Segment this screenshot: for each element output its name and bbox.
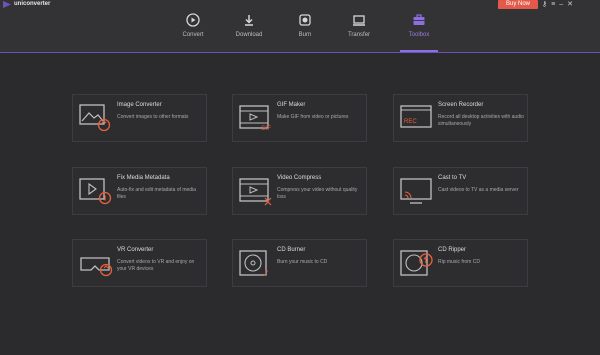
tool-description: Make GIF from video or pictures — [277, 114, 349, 120]
tool-title: CD Burner — [277, 247, 306, 253]
cast-tv-icon — [400, 178, 432, 204]
active-tab-indicator — [400, 50, 438, 52]
tool-fix-media-metadata[interactable]: Fix Media Metadata Auto-fix and edit met… — [72, 167, 207, 215]
tool-description: Convert videos to VR and enjoy on your V… — [117, 259, 195, 272]
tool-cast-to-tv[interactable]: Cast to TV Cast videos to TV as a media … — [393, 167, 528, 215]
video-compress-icon — [239, 178, 272, 206]
close-icon[interactable]: ✕ — [567, 0, 573, 9]
tool-image-converter[interactable]: Image Converter Convert images to other … — [72, 94, 207, 142]
image-converter-icon — [79, 104, 111, 132]
app-name: uniconverter — [14, 1, 51, 7]
svg-text:GIF: GIF — [261, 126, 271, 132]
tool-description: Cast videos to TV as a media server — [438, 187, 519, 193]
tab-burn-label: Burn — [298, 32, 312, 38]
tool-title: Fix Media Metadata — [117, 175, 170, 181]
transfer-icon — [353, 15, 365, 26]
tool-title: Cast to TV — [438, 175, 467, 181]
svg-text:REC: REC — [404, 119, 417, 125]
tool-description: Burn your music to CD — [277, 259, 328, 265]
top-navigation: Convert Download Burn Transfer Toolbox — [0, 9, 600, 52]
tab-toolbox[interactable]: Toolbox — [394, 13, 444, 38]
tab-toolbox-label: Toolbox — [408, 32, 430, 38]
tool-title: Image Converter — [117, 102, 162, 108]
buy-now-button[interactable]: Buy Now — [498, 0, 538, 9]
menu-icon[interactable]: ≡ — [551, 0, 555, 9]
tab-burn[interactable]: Burn — [280, 13, 330, 38]
tool-screen-recorder[interactable]: REC Screen Recorder Record all desktop a… — [393, 94, 528, 142]
screen-recorder-icon: REC — [400, 105, 432, 128]
download-icon — [245, 15, 253, 26]
tool-video-compress[interactable]: Video Compress Compress your video witho… — [232, 167, 367, 215]
gif-maker-icon: GIF — [239, 105, 271, 132]
cd-ripper-icon — [400, 250, 433, 276]
tab-transfer-label: Transfer — [347, 32, 371, 38]
tab-convert-label: Convert — [182, 32, 204, 38]
tool-description: Auto-fix and edit metadata of media file… — [117, 187, 196, 200]
tool-cd-ripper[interactable]: CD Ripper Rip music from CD — [393, 239, 528, 287]
app-logo-icon — [3, 1, 11, 8]
minimize-icon[interactable]: – — [559, 0, 563, 9]
tool-title: GIF Maker — [277, 102, 306, 108]
tool-description: Convert images to other formats — [117, 114, 189, 120]
tool-gif-maker[interactable]: GIF GIF Maker Make GIF from video or pic… — [232, 94, 367, 142]
toolbox-icon — [413, 14, 425, 25]
burn-icon — [299, 14, 311, 26]
tool-title: VR Converter — [117, 247, 154, 253]
tool-title: Screen Recorder — [438, 102, 484, 108]
tab-transfer[interactable]: Transfer — [334, 13, 384, 38]
tool-cd-burner[interactable]: ♪ CD Burner Burn your music to CD — [232, 239, 367, 287]
convert-icon — [186, 13, 200, 27]
tool-title: Video Compress — [277, 175, 322, 181]
tool-description: Record all desktop activities with audio… — [438, 114, 524, 127]
tool-description: Compress your video without quality loss — [277, 187, 358, 200]
nav-divider — [0, 52, 600, 53]
fix-metadata-icon — [79, 178, 112, 205]
title-bar: uniconverter Buy Now ⚷ ≡ – ✕ — [0, 0, 600, 9]
tool-title: CD Ripper — [438, 247, 467, 253]
tool-vr-converter[interactable]: VR Converter Convert videos to VR and en… — [72, 239, 207, 287]
vr-converter-icon — [80, 257, 113, 277]
tab-download[interactable]: Download — [224, 13, 274, 38]
svg-text:♪: ♪ — [263, 269, 269, 278]
tool-description: Rip music from CD — [438, 259, 480, 265]
tab-download-label: Download — [235, 32, 263, 38]
cd-burner-icon: ♪ — [239, 250, 269, 278]
key-icon[interactable]: ⚷ — [542, 0, 547, 9]
tab-convert[interactable]: Convert — [168, 13, 218, 38]
